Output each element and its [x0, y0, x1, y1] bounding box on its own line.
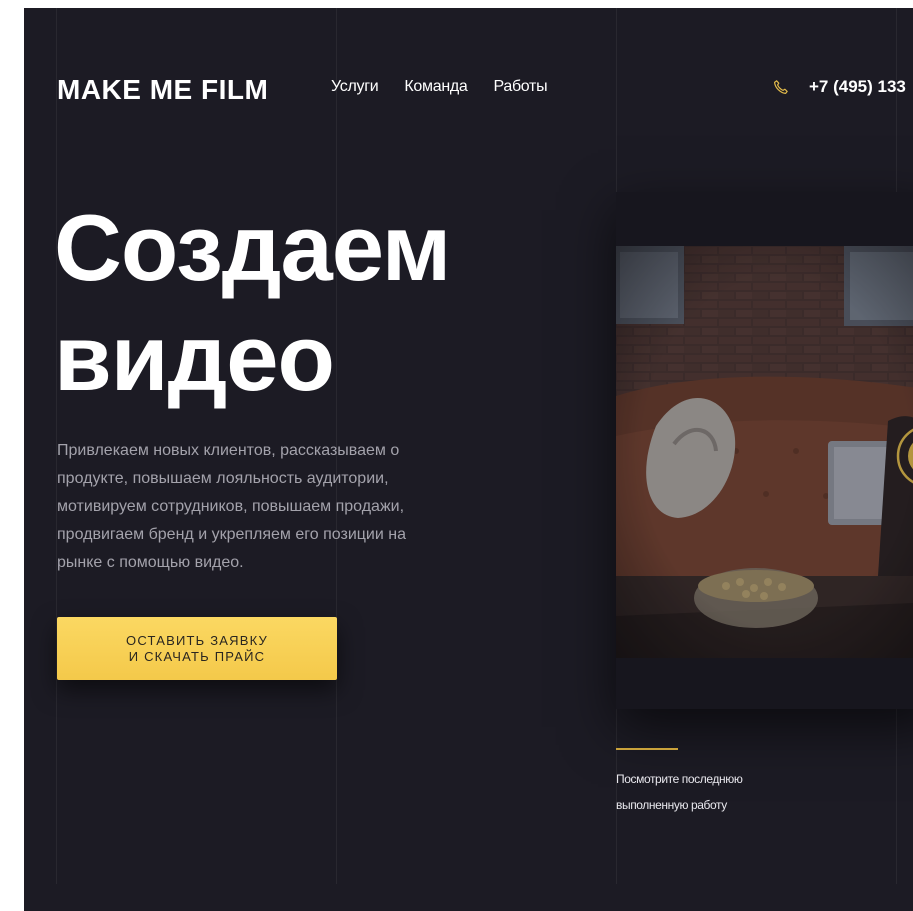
- video-scene-image: [616, 246, 913, 658]
- caption-line-2: выполненную работу: [616, 798, 727, 812]
- hero-title: Создаем видео: [54, 193, 451, 413]
- request-price-button[interactable]: ОСТАВИТЬ ЗАЯВКУ И СКАЧАТЬ ПРАЙС: [57, 617, 337, 680]
- main-nav: Услуги Команда Работы: [331, 78, 548, 96]
- caption-divider: [616, 748, 678, 750]
- phone-link[interactable]: +7 (495) 133: [773, 77, 906, 97]
- nav-item-works[interactable]: Работы: [494, 78, 548, 96]
- site-logo[interactable]: MAKE ME FILM: [57, 74, 268, 106]
- video-card: [616, 192, 913, 709]
- video-thumbnail[interactable]: [616, 246, 913, 658]
- phone-icon: [774, 80, 788, 94]
- nav-item-services[interactable]: Услуги: [331, 78, 379, 96]
- video-caption[interactable]: Посмотрите последнюю выполненную работу: [616, 766, 816, 818]
- caption-line-1: Посмотрите последнюю: [616, 772, 743, 786]
- landing-page: MAKE ME FILM Услуги Команда Работы +7 (4…: [24, 8, 913, 911]
- cta-label-line-1: ОСТАВИТЬ ЗАЯВКУ: [126, 632, 268, 648]
- hero-title-line-1: Создаем: [54, 195, 451, 300]
- phone-number: +7 (495) 133: [809, 77, 906, 96]
- hero-title-line-2: видео: [54, 305, 335, 410]
- hero-description: Привлекаем новых клиентов, рассказываем …: [57, 442, 406, 571]
- cta-label-line-2: И СКАЧАТЬ ПРАЙС: [128, 648, 266, 664]
- nav-item-team[interactable]: Команда: [404, 78, 467, 96]
